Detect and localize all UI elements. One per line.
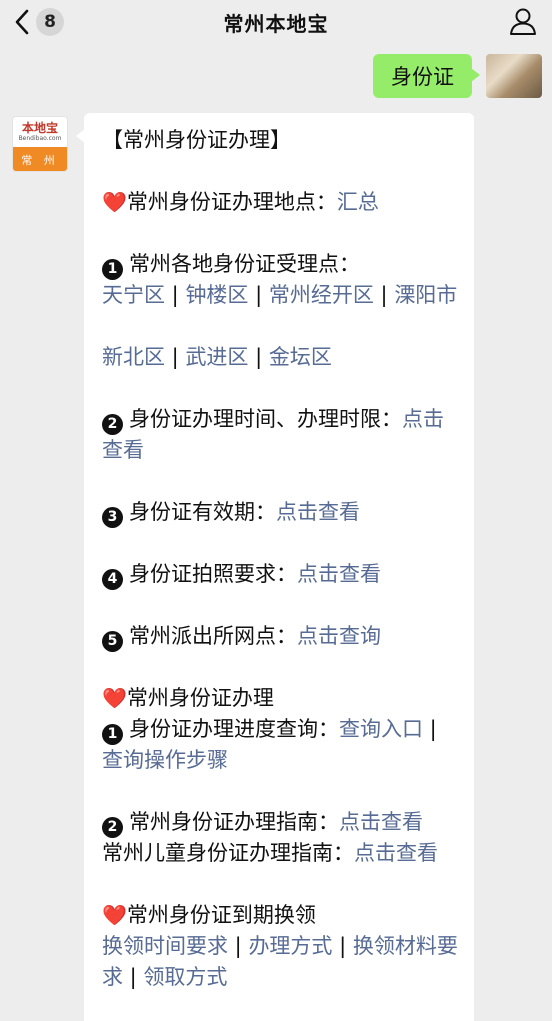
renewal-links: 换领时间要求 | 办理方式 | 换领材料要求 | 领取方式 — [102, 934, 458, 989]
section-photo: 4 身份证拍照要求：点击查看 — [102, 559, 458, 590]
link-liyang[interactable]: 溧阳市 — [394, 283, 457, 307]
link-jintan[interactable]: 金坛区 — [269, 345, 332, 369]
heart-icon: ❤️ — [102, 903, 127, 927]
view-photo-link[interactable]: 点击查看 — [297, 562, 381, 586]
section-renewal: ❤️常州身份证到期换领 — [102, 900, 458, 931]
message-heading: 【常州身份证办理】 — [102, 128, 291, 152]
section-locations: ❤️常州身份证办理地点：汇总 — [102, 187, 458, 218]
section-label: 常州身份证办理指南： — [129, 810, 339, 834]
section-label: 常州儿童身份证办理指南： — [102, 841, 354, 865]
summary-link[interactable]: 汇总 — [337, 190, 379, 214]
section-acceptance-points: 1 常州各地身份证受理点： — [102, 249, 458, 280]
section-guide: 2 常州身份证办理指南：点击查看 — [102, 807, 458, 838]
section-label: 常州各地身份证受理点： — [129, 252, 360, 276]
item-label: 身份证办理进度查询： — [129, 717, 339, 741]
page-title: 常州本地宝 — [223, 11, 329, 36]
number-badge-2: 2 — [102, 817, 123, 838]
section-label: 身份证有效期： — [129, 500, 276, 524]
link-xinbei[interactable]: 新北区 — [102, 345, 165, 369]
heart-icon: ❤️ — [102, 686, 127, 710]
user-message-bubble[interactable]: 身份证 — [373, 54, 480, 98]
link-tianning[interactable]: 天宁区 — [102, 283, 165, 307]
number-badge-5: 5 — [102, 631, 123, 652]
number-badge-1: 1 — [102, 259, 123, 280]
user-avatar[interactable] — [486, 54, 542, 98]
logo-url: Bendibao.com — [18, 134, 62, 142]
link-renewal-method[interactable]: 办理方式 — [248, 934, 332, 958]
view-validity-link[interactable]: 点击查看 — [276, 500, 360, 524]
number-badge-2: 2 — [102, 414, 123, 435]
progress-query-item: 1 身份证办理进度查询：查询入口 | 查询操作步骤 — [102, 717, 437, 772]
bot-avatar[interactable]: 本地宝 Bendibao.com 常 州 — [12, 116, 68, 172]
bot-logo: 本地宝 Bendibao.com — [13, 117, 67, 147]
number-badge-1: 1 — [102, 724, 123, 745]
person-icon — [510, 8, 536, 35]
logo-name: 本地宝 — [21, 120, 58, 135]
heart-icon: ❤️ — [102, 190, 127, 214]
chat-screen: 8 常州本地宝 身份证 本地宝 Bendibao.com 常 州 【常州身份证办… — [0, 0, 552, 1021]
link-pickup-method[interactable]: 领取方式 — [143, 965, 227, 989]
link-zhonglou[interactable]: 钟楼区 — [185, 283, 248, 307]
number-badge-4: 4 — [102, 569, 123, 590]
view-guide-link[interactable]: 点击查看 — [339, 810, 423, 834]
view-child-guide-link[interactable]: 点击查看 — [354, 841, 438, 865]
number-badge-3: 3 — [102, 507, 123, 528]
link-jingkai[interactable]: 常州经开区 — [269, 283, 374, 307]
section-validity: 3 身份证有效期：点击查看 — [102, 497, 458, 528]
top-bar: 8 常州本地宝 — [0, 0, 552, 44]
query-entry-link[interactable]: 查询入口 — [339, 717, 423, 741]
district-links-row2: 新北区 | 武进区 | 金坛区 — [102, 345, 332, 369]
back-chevron-icon — [15, 9, 29, 35]
bot-message-bubble: 【常州身份证办理】 ❤️常州身份证办理地点：汇总 1 常州各地身份证受理点： 天宁… — [76, 113, 474, 1021]
user-message-row: 身份证 — [373, 54, 542, 98]
section-hours: 2 身份证办理时间、办理时限：点击查看 — [102, 404, 458, 466]
query-stations-link[interactable]: 点击查询 — [297, 624, 381, 648]
link-wujin[interactable]: 武进区 — [185, 345, 248, 369]
logo-city: 常 州 — [13, 147, 67, 171]
section-processing: ❤️常州身份证办理 — [102, 683, 458, 714]
unread-badge: 8 — [36, 8, 64, 36]
query-steps-link[interactable]: 查询操作步骤 — [102, 748, 228, 772]
profile-button[interactable] — [508, 6, 538, 40]
back-button[interactable]: 8 — [14, 7, 64, 37]
section-label: 身份证办理时间、办理时限： — [129, 407, 402, 431]
section-label: 身份证拍照要求： — [129, 562, 297, 586]
section-police-stations: 5 常州派出所网点：点击查询 — [102, 621, 458, 652]
section-label: 常州身份证到期换领 — [126, 903, 316, 927]
link-renewal-time[interactable]: 换领时间要求 — [102, 934, 228, 958]
section-label: 常州派出所网点： — [129, 624, 297, 648]
section-label: 常州身份证办理地点： — [126, 190, 337, 214]
district-links-row1: 天宁区 | 钟楼区 | 常州经开区 | 溧阳市 — [102, 283, 458, 307]
section-label: 常州身份证办理 — [126, 686, 274, 710]
section-child-guide: 常州儿童身份证办理指南：点击查看 — [102, 838, 458, 869]
